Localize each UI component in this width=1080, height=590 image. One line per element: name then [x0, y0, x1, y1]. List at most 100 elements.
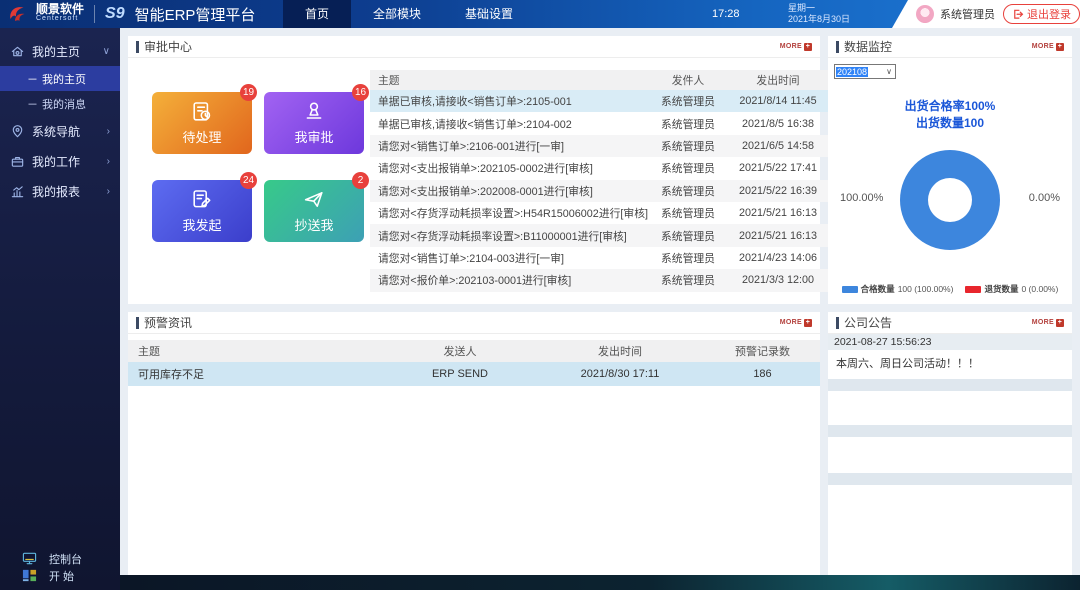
row-sender: 系统管理员	[648, 160, 728, 176]
brand: 顺景软件 Centersoft S9 智能ERP管理平台	[6, 0, 255, 28]
legend-label: 合格数量	[861, 283, 895, 295]
chevron-down-icon: ∨	[103, 46, 110, 57]
approval-tiles: 19 待处理 16 我审批 24 我发起	[128, 58, 364, 304]
row-time: 2021/5/22 17:41	[728, 162, 828, 174]
nav-tab[interactable]: 基础设置	[443, 0, 535, 28]
badge-count: 2	[352, 172, 369, 189]
tile-label: 待处理	[182, 127, 221, 146]
approval-center-panel: 审批中心 MORE + 19 待处理 16 我审批	[128, 36, 820, 304]
sidebar-item-my-home[interactable]: － 我的主页	[0, 66, 120, 91]
more-label: MORE	[1032, 319, 1054, 326]
centersoft-logo-icon	[6, 2, 30, 26]
empty-announcement-slot	[828, 391, 1072, 425]
start-button[interactable]: 开 始	[22, 567, 82, 584]
nav-tab[interactable]: 全部模块	[351, 0, 443, 28]
approval-row[interactable]: 单据已审核,请接收<销售订单>:2105-001 系统管理员 2021/8/14…	[370, 90, 828, 112]
monitor-body: 202108 ∨ 出货合格率100% 出货数量100 100.00% 0.00%…	[828, 58, 1072, 304]
approval-rows: 单据已审核,请接收<销售订单>:2105-001 系统管理员 2021/8/14…	[370, 90, 828, 292]
period-select[interactable]: 202108 ∨	[834, 64, 896, 79]
row-sender: 系统管理员	[648, 250, 728, 266]
more-button[interactable]: MORE +	[1032, 43, 1064, 51]
tile-cc-to-me[interactable]: 2 抄送我	[264, 180, 364, 242]
approval-row[interactable]: 单据已审核,请接收<销售订单>:2104-002 系统管理员 2021/8/5 …	[370, 112, 828, 134]
announcement-item[interactable]: 2021-08-27 15:56:23 本周六、周日公司活动！！！	[828, 334, 1072, 379]
approval-row[interactable]: 请您对<销售订单>:2104-003进行[一审] 系统管理员 2021/4/23…	[370, 247, 828, 269]
alerts-table-header: 主题 发送人 发出时间 预警记录数	[128, 340, 820, 362]
row-time: 2021/5/22 16:39	[728, 185, 828, 197]
panel-title: 数据监控	[844, 38, 892, 55]
start-label: 开 始	[49, 568, 74, 584]
legend-value: 100 (100.00%)	[898, 284, 954, 294]
announcements-body: 2021-08-27 15:56:23 本周六、周日公司活动！！！	[828, 334, 1072, 575]
tile-pending[interactable]: 19 待处理	[152, 92, 252, 154]
dash-bullet: －	[27, 71, 38, 87]
weekday-label: 星期一	[788, 3, 850, 14]
panel-accent-bar	[136, 41, 139, 53]
more-button[interactable]: MORE +	[780, 319, 812, 327]
panel-accent-bar	[136, 317, 139, 329]
approval-row[interactable]: 请您对<支出报销单>:202105-0002进行[审核] 系统管理员 2021/…	[370, 157, 828, 179]
legend-qualified: 合格数量 100 (100.00%)	[842, 283, 954, 295]
row-record-count: 186	[705, 368, 820, 380]
row-sender: 系统管理员	[648, 116, 728, 132]
approval-row[interactable]: 请您对<支出报销单>:202008-0001进行[审核] 系统管理员 2021/…	[370, 180, 828, 202]
row-subject: 单据已审核,请接收<销售订单>:2104-002	[370, 116, 648, 132]
empty-announcement-strip	[828, 473, 1072, 485]
approval-row[interactable]: 请您对<销售订单>:2106-001进行[一审] 系统管理员 2021/6/5 …	[370, 135, 828, 157]
col-record-count: 预警记录数	[705, 343, 820, 359]
panel-header: 审批中心 MORE +	[128, 36, 820, 58]
sidebar-group-my-reports[interactable]: 我的报表 ›	[0, 176, 120, 206]
panel-accent-bar	[836, 317, 839, 329]
more-button[interactable]: MORE +	[780, 43, 812, 51]
console-label: 控制台	[49, 551, 82, 567]
donut-chart	[900, 150, 1000, 250]
col-subject: 主题	[370, 72, 648, 88]
metric-shipment-qty: 出货数量100	[828, 115, 1072, 132]
sidebar-item-label: 我的消息	[42, 96, 86, 112]
chart-legend: 合格数量 100 (100.00%) 退货数量 0 (0.00%)	[828, 283, 1072, 295]
announcement-time: 2021-08-27 15:56:23	[828, 334, 1072, 350]
nav-tab[interactable]: 首页	[283, 0, 351, 28]
logout-button[interactable]: 退出登录	[1003, 4, 1080, 24]
row-subject: 请您对<报价单>:202103-0001进行[审核]	[370, 272, 648, 288]
start-grid-icon	[22, 568, 37, 583]
console-monitor-icon	[22, 551, 37, 566]
approval-table-header: 主题 发件人 发出时间	[370, 70, 828, 90]
row-sender: 系统管理员	[648, 272, 728, 288]
sidebar-group-my-work[interactable]: 我的工作 ›	[0, 146, 120, 176]
data-monitor-panel: 数据监控 MORE + 202108 ∨ 出货合格率100% 出货数量100 1…	[828, 36, 1072, 304]
legend-label: 退货数量	[984, 283, 1018, 295]
console-button[interactable]: 控制台	[22, 550, 82, 567]
row-time: 2021/8/14 11:45	[728, 95, 828, 107]
row-subject: 请您对<存货浮动耗损率设置>:H54R15006002进行[审核]	[370, 205, 648, 221]
approval-row[interactable]: 请您对<存货浮动耗损率设置>:H54R15006002进行[审核] 系统管理员 …	[370, 202, 828, 224]
sidebar-group-system-nav[interactable]: 系统导航 ›	[0, 116, 120, 146]
briefcase-icon	[10, 154, 25, 169]
legend-value: 0 (0.00%)	[1021, 284, 1058, 294]
brand-divider	[94, 5, 95, 23]
row-subject: 单据已审核,请接收<销售订单>:2105-001	[370, 93, 648, 109]
sidebar-group-my-home[interactable]: 我的主页 ∨	[0, 36, 120, 66]
approval-table: 主题 发件人 发出时间 单据已审核,请接收<销售订单>:2105-001 系统管…	[370, 70, 828, 294]
approval-row[interactable]: 请您对<存货浮动耗损率设置>:B11000001进行[审核] 系统管理员 202…	[370, 224, 828, 246]
alert-row[interactable]: 可用库存不足 ERP SEND 2021/8/30 17:11 186	[128, 362, 820, 386]
row-subject: 请您对<销售订单>:2106-001进行[一审]	[370, 138, 648, 154]
metric-pass-rate: 出货合格率100%	[828, 98, 1072, 115]
tile-my-approvals[interactable]: 16 我审批	[264, 92, 364, 154]
donut-left-label: 100.00%	[840, 192, 883, 204]
home-icon	[10, 44, 25, 59]
tile-initiated-by-me[interactable]: 24 我发起	[152, 180, 252, 242]
panel-header: 数据监控 MORE +	[828, 36, 1072, 58]
row-time: 2021/5/21 16:13	[728, 207, 828, 219]
panel-title: 审批中心	[144, 38, 192, 55]
empty-announcement-slot	[828, 485, 1072, 575]
stamp-icon	[302, 100, 326, 124]
more-button[interactable]: MORE +	[1032, 319, 1064, 327]
avatar[interactable]	[916, 5, 934, 23]
row-time: 2021/4/23 14:06	[728, 252, 828, 264]
sidebar-group-label: 我的报表	[32, 183, 80, 200]
row-sender: 系统管理员	[648, 228, 728, 244]
paper-plane-icon	[302, 188, 326, 212]
approval-row[interactable]: 请您对<报价单>:202103-0001进行[审核] 系统管理员 2021/3/…	[370, 269, 828, 291]
sidebar-item-my-messages[interactable]: － 我的消息	[0, 91, 120, 116]
